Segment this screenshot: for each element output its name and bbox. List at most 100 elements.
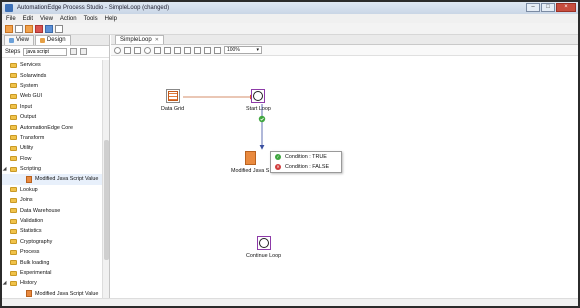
grid-icon <box>167 91 178 101</box>
tree-item-solarwinds[interactable]: Solarwinds <box>2 70 102 80</box>
impact-icon[interactable] <box>184 46 191 54</box>
replay-icon[interactable] <box>164 46 171 54</box>
bottom-scrollbar[interactable] <box>2 298 578 306</box>
close-button[interactable]: × <box>556 3 576 12</box>
loop-icon <box>253 91 264 101</box>
zoom-select[interactable]: 100% ▾ <box>224 46 262 54</box>
error-icon: ✕ <box>275 164 281 170</box>
tree-item-cryptography[interactable]: Cryptography <box>2 237 102 247</box>
tree-item-output[interactable]: Output <box>2 112 102 122</box>
tree-item-transform[interactable]: Transform <box>2 133 102 143</box>
explore-db-icon[interactable] <box>204 46 211 54</box>
folder-icon <box>10 187 17 193</box>
folder-icon <box>10 249 17 255</box>
condition-popup: ✓ Condition : TRUE ✕ Condition : FALSE <box>270 151 342 173</box>
open-file-icon[interactable] <box>15 24 23 33</box>
tab-view[interactable]: View <box>4 35 34 45</box>
menu-file[interactable]: File <box>6 16 16 22</box>
folder-icon <box>10 156 17 162</box>
scrollbar-thumb[interactable] <box>104 140 109 260</box>
expanded-arrow-icon[interactable]: ◢ <box>2 166 7 172</box>
layers-icon[interactable] <box>45 24 53 33</box>
save-as-icon[interactable] <box>35 24 43 33</box>
pencil-icon <box>39 38 45 43</box>
tree-item-history[interactable]: ◢ History <box>2 278 102 288</box>
tree-item-input[interactable]: Input <box>2 102 102 112</box>
sql-icon[interactable] <box>194 46 201 54</box>
javascript-step-icon <box>26 175 32 183</box>
tree-item-system[interactable]: System <box>2 81 102 91</box>
tree-item-experimental[interactable]: Experimental <box>2 268 102 278</box>
condition-true-item[interactable]: ✓ Condition : TRUE <box>271 152 341 162</box>
steps-label: Steps <box>5 48 21 55</box>
menu-action[interactable]: Action <box>60 16 77 22</box>
tree-item-flow[interactable]: Flow <box>2 154 102 164</box>
expanded-arrow-icon[interactable]: ◢ <box>2 280 7 286</box>
node-data-grid[interactable]: Data Grid <box>161 89 184 112</box>
javascript-step-icon[interactable] <box>244 151 256 165</box>
save-icon[interactable] <box>25 24 33 33</box>
run-icon[interactable] <box>114 46 121 54</box>
folder-icon <box>10 135 17 141</box>
steps-tree: Services Solarwinds System Web GUI Input… <box>2 60 102 306</box>
tab-design[interactable]: Design <box>34 35 71 45</box>
condition-false-item[interactable]: ✕ Condition : FALSE <box>271 162 341 172</box>
tree-item-services[interactable]: Services <box>2 60 102 70</box>
data-grid-box[interactable] <box>165 89 180 103</box>
continue-loop-box[interactable] <box>256 236 271 250</box>
process-canvas[interactable]: Data Grid Start Loop Modified Java S Con… <box>111 56 578 306</box>
maximize-button[interactable]: □ <box>541 3 555 12</box>
dropdown-icon[interactable] <box>55 24 63 33</box>
title-bar: AutomationEdge Process Studio - SimpleLo… <box>2 2 578 14</box>
tree-item-statistics[interactable]: Statistics <box>2 226 102 236</box>
expand-all-icon[interactable] <box>70 48 78 55</box>
hop-ok-icon <box>258 115 266 123</box>
tree-scrollbar[interactable] <box>102 60 109 306</box>
loop-icon <box>258 238 269 248</box>
tree-item-web-gui[interactable]: Web GUI <box>2 91 102 101</box>
tree-item-scripting[interactable]: ◢ Scripting <box>2 164 102 174</box>
continue-loop-label: Continue Loop <box>246 253 282 259</box>
javascript-step-icon <box>26 290 32 298</box>
tree-item-bulk-loading[interactable]: Bulk loading <box>2 257 102 267</box>
steps-search-input[interactable] <box>23 47 68 56</box>
menu-edit[interactable]: Edit <box>23 16 33 22</box>
menu-help[interactable]: Help <box>105 16 117 22</box>
tree-item-automationedge-core[interactable]: AutomationEdge Core <box>2 122 102 132</box>
minimize-button[interactable]: – <box>526 3 540 12</box>
folder-icon <box>10 145 17 151</box>
debug-icon[interactable] <box>154 46 161 54</box>
start-loop-box[interactable] <box>251 89 266 103</box>
new-file-icon[interactable] <box>5 24 13 33</box>
folder-icon <box>10 62 17 68</box>
tab-simpleloop[interactable]: SimpleLoop ✕ <box>115 35 164 44</box>
node-start-loop[interactable]: Start Loop <box>246 89 271 112</box>
stop-icon[interactable] <box>134 46 141 54</box>
pause-icon[interactable] <box>124 46 131 54</box>
collapse-all-icon[interactable] <box>80 48 88 55</box>
show-results-icon[interactable] <box>214 46 221 54</box>
tree-item-joins[interactable]: Joins <box>2 195 102 205</box>
tree-item-data-warehouse[interactable]: Data Warehouse <box>2 205 102 215</box>
folder-icon <box>10 218 17 224</box>
window-title: AutomationEdge Process Studio - SimpleLo… <box>17 5 170 11</box>
tree-item-validation[interactable]: Validation <box>2 216 102 226</box>
tree-item-utility[interactable]: Utility <box>2 143 102 153</box>
folder-icon <box>10 239 17 245</box>
tree-item-modified-java-script-value[interactable]: Modified Java Script Value <box>2 174 102 185</box>
tree-item-lookup[interactable]: Lookup <box>2 185 102 195</box>
zoom-value: 100% <box>227 47 240 53</box>
verify-icon[interactable] <box>174 46 181 54</box>
left-panel-tabs: View Design <box>2 35 109 46</box>
node-modified-java-script[interactable]: Modified Java S <box>231 151 269 174</box>
tree-item-process[interactable]: Process <box>2 247 102 257</box>
close-tab-icon[interactable]: ✕ <box>155 37 159 43</box>
folder-icon <box>10 93 17 99</box>
data-grid-label: Data Grid <box>161 106 185 112</box>
menu-tools[interactable]: Tools <box>84 16 98 22</box>
menu-bar: File Edit View Action Tools Help <box>2 14 578 23</box>
preview-icon[interactable] <box>144 46 151 54</box>
simpleloop-tab-label: SimpleLoop <box>120 37 152 43</box>
node-continue-loop[interactable]: Continue Loop <box>246 236 281 259</box>
menu-view[interactable]: View <box>40 16 53 22</box>
